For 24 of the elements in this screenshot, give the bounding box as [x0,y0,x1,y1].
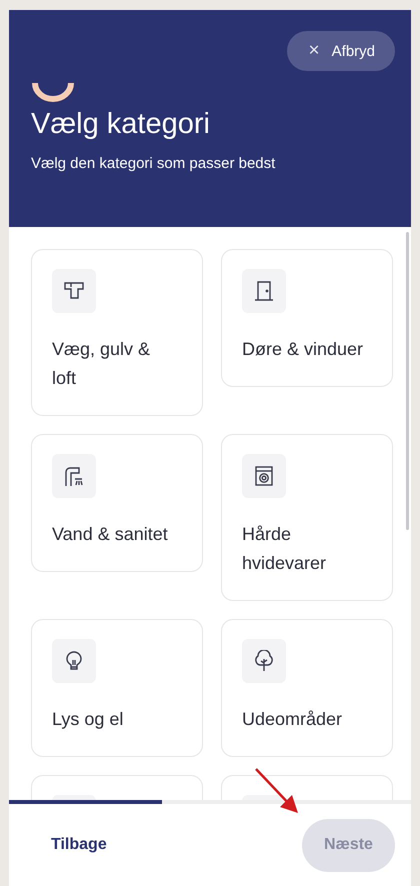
scrollbar[interactable] [406,232,409,530]
category-card[interactable]: Lys og el [31,619,203,757]
close-icon: × [308,40,320,62]
category-label: Hårde hvidevarer [242,523,328,575]
washing-machine-icon [253,465,275,487]
category-card[interactable]: Væg, gulv & loft [31,249,203,416]
door-icon [253,280,275,302]
category-label: Lys og el [52,708,124,731]
cancel-button[interactable]: × Afbryd [286,31,395,71]
page-subtitle: Vælg den kategori som passer bedst [31,155,276,172]
page-title: Vælg kategori [31,108,211,141]
category-label: Døre & vinduer [242,338,364,361]
smile-logo-icon [31,80,75,102]
annotation-arrow [254,767,300,815]
tree-icon [253,650,275,672]
category-card[interactable]: Udeområder [221,619,393,757]
category-label: Udeområder [242,708,344,731]
category-card[interactable]: Vand & sanitet [31,434,203,572]
category-card[interactable]: Hårde hvidevarer [221,434,393,601]
category-card[interactable]: Døre & vinduer [221,249,393,387]
back-button[interactable]: Tilbage [51,832,107,858]
faucet-icon [63,465,85,487]
category-label: Væg, gulv & loft [52,338,152,390]
category-label: Vand & sanitet [52,523,169,546]
